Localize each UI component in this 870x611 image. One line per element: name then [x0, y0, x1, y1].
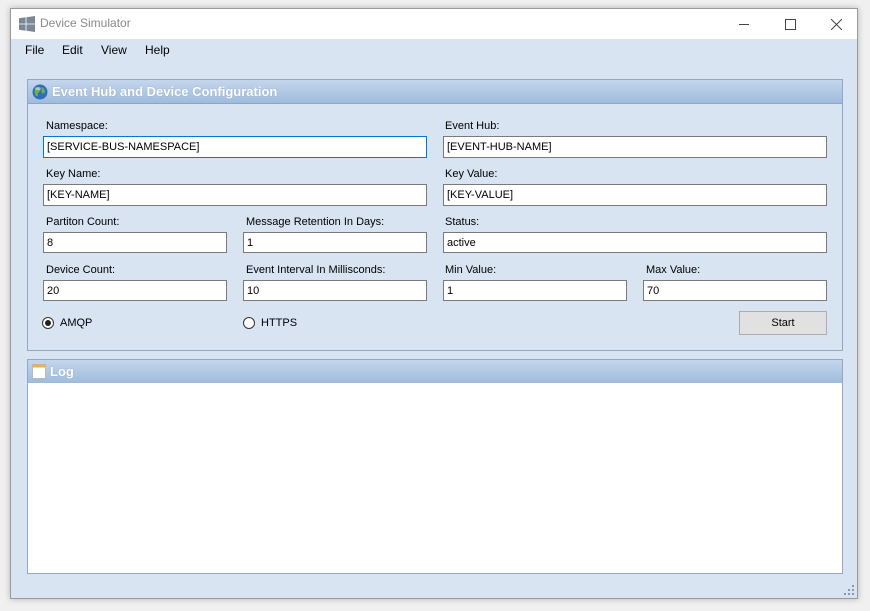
- key-value-label: Key Value:: [445, 168, 498, 180]
- message-retention-input[interactable]: [243, 232, 427, 253]
- log-output[interactable]: [28, 383, 842, 573]
- device-count-input[interactable]: [43, 280, 227, 301]
- minimize-button[interactable]: [721, 9, 767, 39]
- event-hub-label: Event Hub:: [445, 120, 500, 132]
- windows-logo-icon: [19, 16, 35, 32]
- status-input[interactable]: [443, 232, 827, 253]
- amqp-radio-indicator[interactable]: [42, 317, 54, 329]
- config-panel-header: Event Hub and Device Configuration: [28, 80, 842, 104]
- partition-count-input[interactable]: [43, 232, 227, 253]
- window-title: Device Simulator: [40, 16, 131, 30]
- device-simulator-window: Device Simulator File Edit View Help Eve…: [10, 8, 858, 599]
- event-interval-label: Event Interval In Millisconds:: [246, 264, 386, 276]
- menu-bar: File Edit View Help: [11, 39, 857, 61]
- close-button[interactable]: [813, 9, 859, 39]
- event-interval-input[interactable]: [243, 280, 427, 301]
- min-value-input[interactable]: [443, 280, 627, 301]
- maximize-icon: [784, 18, 796, 30]
- message-retention-label: Message Retention In Days:: [246, 216, 385, 228]
- log-panel: Log: [27, 359, 843, 574]
- device-count-label: Device Count:: [46, 264, 116, 276]
- max-value-input[interactable]: [643, 280, 827, 301]
- close-icon: [830, 18, 842, 30]
- globe-icon: [32, 84, 48, 100]
- log-panel-title: Log: [50, 364, 74, 379]
- log-panel-header: Log: [28, 360, 842, 384]
- menu-help[interactable]: Help: [145, 43, 170, 57]
- menu-view[interactable]: View: [101, 43, 127, 57]
- start-button[interactable]: Start: [739, 311, 827, 335]
- min-value-label: Min Value:: [445, 264, 497, 276]
- log-document-icon: [32, 364, 46, 379]
- max-value-label: Max Value:: [646, 264, 701, 276]
- event-hub-input[interactable]: [443, 136, 827, 158]
- menu-file[interactable]: File: [25, 43, 44, 57]
- amqp-radio-label: AMQP: [60, 317, 93, 329]
- amqp-radio[interactable]: AMQP: [42, 317, 92, 329]
- https-radio-label: HTTPS: [261, 317, 298, 329]
- title-bar[interactable]: Device Simulator: [11, 9, 857, 39]
- https-radio-indicator[interactable]: [243, 317, 255, 329]
- namespace-label: Namespace:: [46, 120, 108, 132]
- maximize-button[interactable]: [767, 9, 813, 39]
- resize-grip-icon[interactable]: [843, 584, 855, 596]
- minimize-icon: [738, 23, 749, 25]
- namespace-input[interactable]: [43, 136, 427, 158]
- menu-edit[interactable]: Edit: [62, 43, 83, 57]
- key-name-input[interactable]: [43, 184, 427, 206]
- key-value-input[interactable]: [443, 184, 827, 206]
- status-label: Status:: [445, 216, 480, 228]
- config-panel: Event Hub and Device Configuration Names…: [27, 79, 843, 351]
- partition-count-label: Partiton Count:: [46, 216, 120, 228]
- key-name-label: Key Name:: [46, 168, 101, 180]
- config-panel-title: Event Hub and Device Configuration: [52, 84, 278, 99]
- https-radio[interactable]: HTTPS: [243, 317, 297, 329]
